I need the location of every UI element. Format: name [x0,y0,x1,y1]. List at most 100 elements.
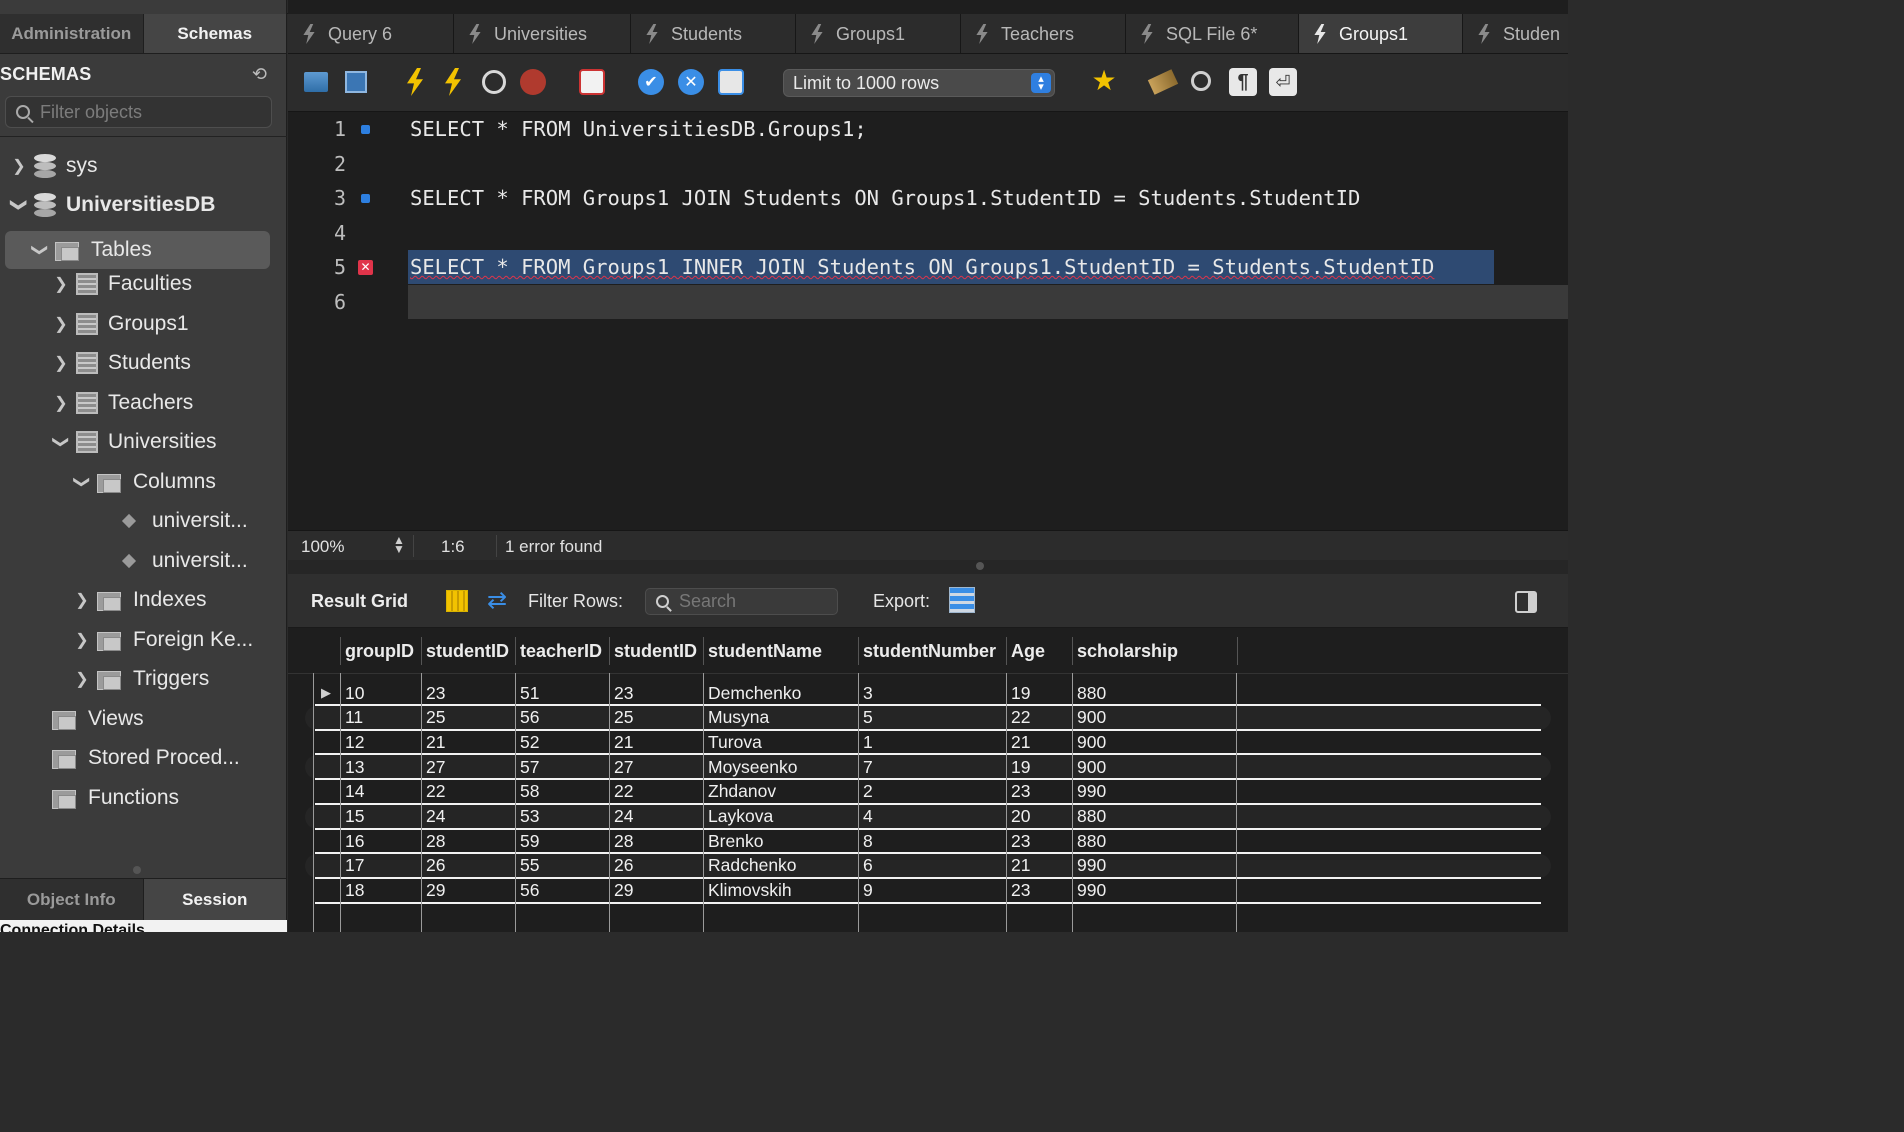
table-cell[interactable]: 26 [610,854,633,878]
limit-rows-select[interactable]: Limit to 1000 rows ▴ ▾ [783,69,1055,97]
table-cell[interactable]: 7 [859,755,873,779]
table-cell[interactable]: Laykova [704,805,773,829]
table-cell[interactable]: 3 [859,681,873,705]
splitter-handle[interactable] [976,562,984,570]
sql-statement[interactable]: SELECT * FROM UniversitiesDB.Groups1; [410,117,867,141]
table-cell[interactable]: 23 [422,681,445,705]
table-cell[interactable]: 13 [341,755,364,779]
chevron-right-icon[interactable]: ❯ [10,156,28,176]
table-cell[interactable]: 900 [1073,755,1106,779]
table-cell[interactable]: 6 [859,854,873,878]
table-cell[interactable]: 900 [1073,706,1106,730]
table-cell[interactable]: 19 [1007,755,1030,779]
table-cell[interactable]: 5 [859,706,873,730]
toggle-side-panel-icon[interactable] [1515,591,1537,613]
column-header[interactable]: scholarship [1073,629,1178,673]
zoom-level[interactable]: 100% [301,537,344,557]
table-cell[interactable]: 28 [422,829,445,853]
query-tab[interactable]: Universities [454,14,631,53]
tree-item-teachers[interactable]: ❯ Teachers [52,385,193,421]
table-cell[interactable]: 27 [422,755,445,779]
tree-item-groups1[interactable]: ❯ Groups1 [52,306,189,342]
table-cell[interactable]: 990 [1073,780,1106,804]
panel-splitter[interactable] [288,560,1568,574]
table-cell[interactable]: 21 [422,730,445,754]
table-cell[interactable]: 11 [341,706,363,730]
table-cell[interactable]: 25 [422,706,445,730]
table-cell[interactable]: Demchenko [704,681,801,705]
grid-view-icon[interactable] [446,590,468,612]
find-icon[interactable] [1191,71,1211,91]
tree-item-indexes[interactable]: ❯ Indexes [73,582,207,618]
filter-objects-input[interactable] [40,101,250,123]
save-icon[interactable] [345,71,367,93]
table-cell[interactable]: 880 [1073,829,1106,853]
table-cell[interactable]: Zhdanov [704,780,776,804]
tab-session[interactable]: Session [143,879,287,920]
export-icon[interactable] [949,587,975,613]
tree-item-students[interactable]: ❯ Students [52,345,191,381]
tab-schemas[interactable]: Schemas [143,14,287,53]
column-header[interactable]: groupID [341,629,414,673]
table-cell[interactable]: 21 [1007,730,1030,754]
open-file-icon[interactable] [304,72,328,92]
query-tab[interactable]: Groups1 [796,14,961,53]
column-header[interactable]: studentID [422,629,509,673]
rollback-icon[interactable]: ✕ [678,69,704,95]
stop-on-error-icon[interactable] [579,69,605,95]
beautify-icon[interactable] [1147,69,1179,95]
sql-statement[interactable]: SELECT * FROM Groups1 JOIN Students ON G… [410,186,1360,210]
tab-object-info[interactable]: Object Info [0,879,144,920]
commit-icon[interactable]: ✔ [638,69,664,95]
table-cell[interactable]: Radchenko [704,854,797,878]
table-cell[interactable]: Klimovskih [704,879,792,903]
query-tab-active[interactable]: Groups1 [1299,14,1463,53]
chevron-right-icon[interactable]: ❯ [52,353,70,373]
table-cell[interactable]: 880 [1073,805,1106,829]
tree-item-triggers[interactable]: ❯ Triggers [73,661,209,697]
table-cell[interactable]: Brenko [704,829,763,853]
table-cell[interactable]: 4 [859,805,873,829]
chevron-right-icon[interactable]: ❯ [52,393,70,413]
table-cell[interactable]: 27 [610,755,633,779]
word-wrap-icon[interactable]: ⏎ [1269,68,1297,96]
table-cell[interactable]: 56 [516,706,539,730]
table-cell[interactable]: 51 [516,681,539,705]
query-tab[interactable]: Studen [1463,14,1568,53]
table-cell[interactable]: Moyseenko [704,755,798,779]
tab-administration[interactable]: Administration [0,14,144,53]
query-tab[interactable]: SQL File 6* [1126,14,1299,53]
table-cell[interactable]: 900 [1073,730,1106,754]
table-cell[interactable]: 25 [610,706,633,730]
chevron-right-icon[interactable]: ❯ [52,274,70,294]
tree-item-universities[interactable]: ❯ Universities [52,424,217,460]
error-marker-icon[interactable]: ✕ [358,259,373,275]
chevron-right-icon[interactable]: ❯ [73,590,91,610]
query-tab[interactable]: Query 6 [288,14,454,53]
table-cell[interactable]: 2 [859,780,873,804]
chevron-down-icon[interactable]: ❯ [9,196,29,214]
explain-icon[interactable] [482,70,506,94]
table-cell[interactable]: 22 [1007,706,1030,730]
column-header[interactable]: Age [1007,629,1045,673]
execute-current-icon[interactable] [445,68,461,96]
table-cell[interactable]: 29 [422,879,445,903]
tree-item-functions[interactable]: Functions [52,780,179,816]
table-cell[interactable]: 15 [341,805,364,829]
table-cell[interactable]: 26 [422,854,445,878]
chevron-right-icon[interactable]: ❯ [52,314,70,334]
table-cell[interactable]: 19 [1007,681,1030,705]
tree-item-column[interactable]: universit... [121,543,248,579]
column-header[interactable]: teacherID [516,629,602,673]
refresh-icon[interactable]: ⇄ [487,586,507,615]
table-cell[interactable]: 17 [341,854,364,878]
table-cell[interactable]: 52 [516,730,539,754]
table-cell[interactable]: 56 [516,879,539,903]
filter-rows-input[interactable] [679,591,819,612]
chevron-down-icon[interactable]: ❯ [72,473,92,491]
table-cell[interactable]: Musyna [704,706,769,730]
refresh-schemas-icon[interactable]: ⟲ [252,64,267,85]
column-header[interactable]: studentNumber [859,629,996,673]
table-cell[interactable]: 29 [610,879,633,903]
table-cell[interactable]: 990 [1073,879,1106,903]
